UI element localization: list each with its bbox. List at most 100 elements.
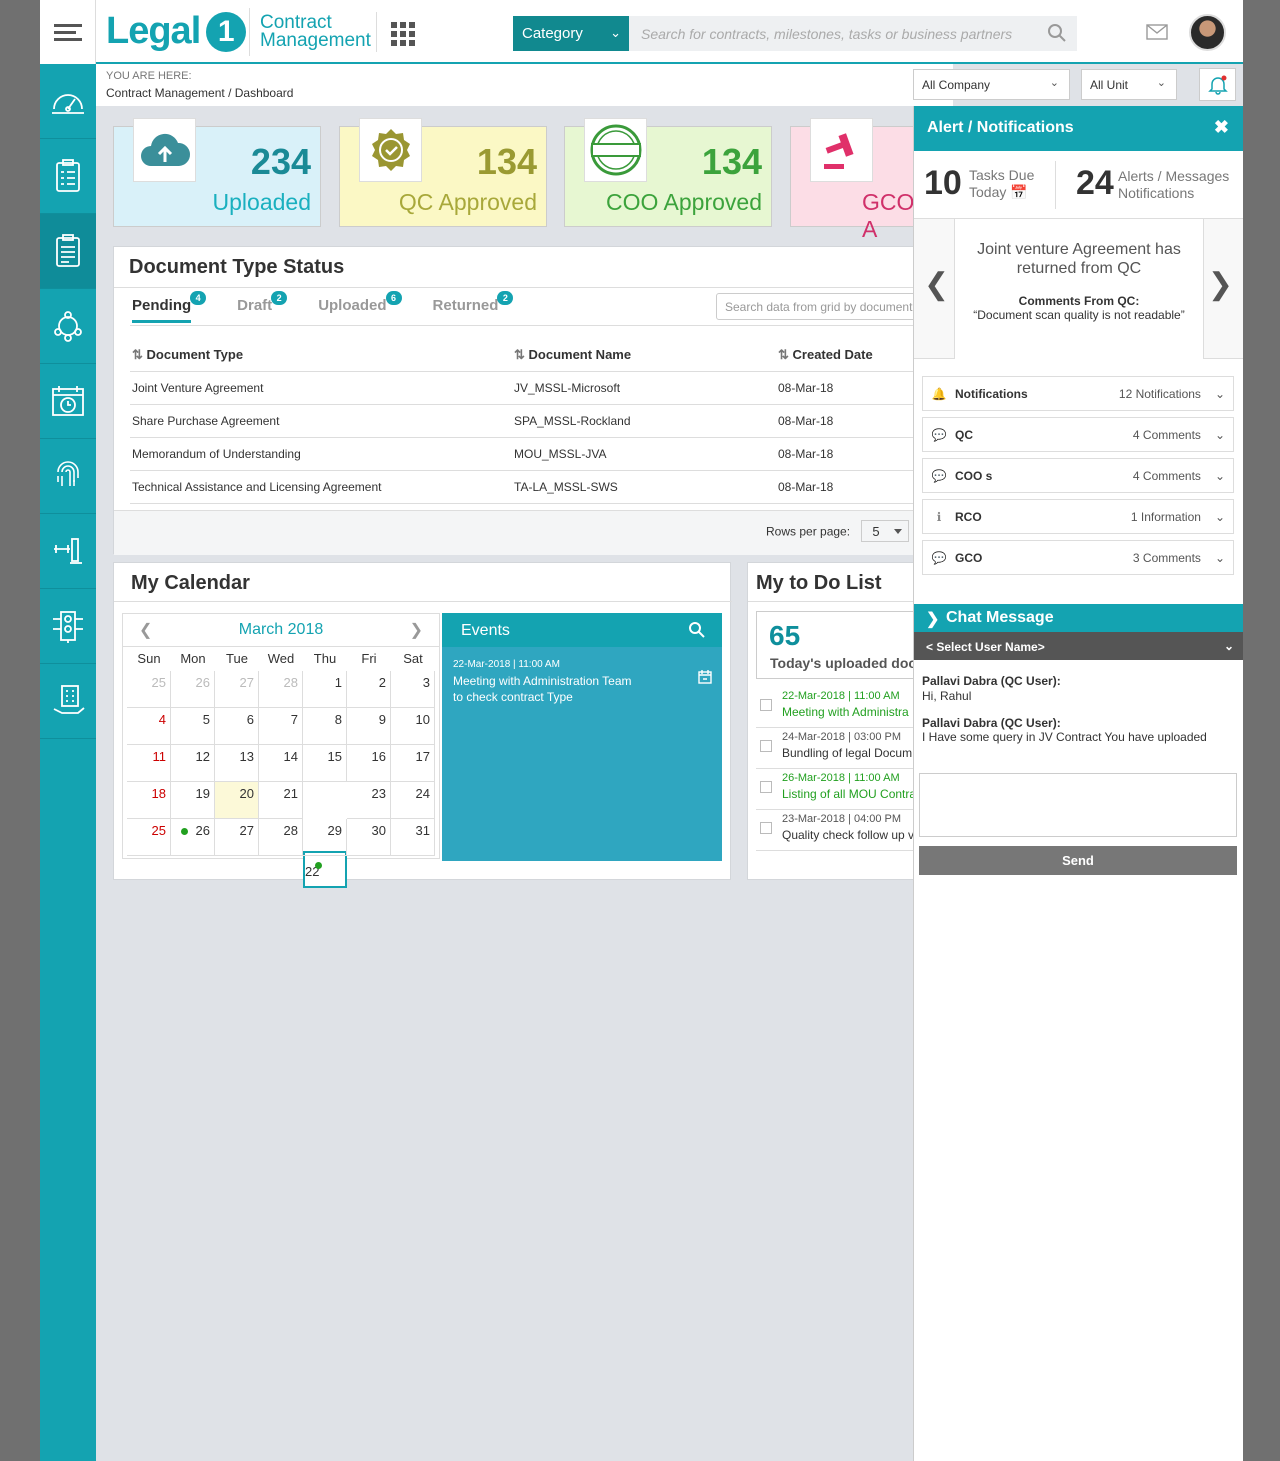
accordion-notifications[interactable]: 🔔 Notifications 12 Notifications ⌄ <box>922 376 1234 411</box>
tab-draft[interactable]: Draft 2 <box>237 291 288 323</box>
company-select[interactable]: All Company ⌄ <box>913 69 1070 100</box>
user-select[interactable]: < Select User Name> ⌄ <box>914 632 1243 660</box>
calendar-day[interactable]: 26 <box>171 819 215 856</box>
prev-month-icon[interactable]: ❮ <box>139 620 152 640</box>
todo-checkbox[interactable] <box>760 699 772 711</box>
sidebar-item-network[interactable] <box>40 289 96 364</box>
accordion-rco[interactable]: ℹ RCO 1 Information ⌄ <box>922 499 1234 534</box>
menu-toggle-button[interactable] <box>40 0 96 64</box>
calendar-day[interactable]: 29 <box>303 819 347 856</box>
calendar-day[interactable]: 9 <box>347 708 391 745</box>
calendar-day[interactable]: 21 <box>259 782 303 819</box>
todo-item[interactable]: 22-Mar-2018 | 11:00 AM Meeting with Admin… <box>756 687 916 728</box>
user-avatar[interactable] <box>1189 14 1226 51</box>
calendar-day[interactable]: 27 <box>215 671 259 708</box>
table-row[interactable]: Joint Venture Agreement JV_MSSL-Microsoft… <box>130 371 930 405</box>
search-input[interactable]: Search for contracts, milestones, tasks … <box>629 16 1077 51</box>
calendar-icon[interactable]: 📅 <box>1010 184 1027 200</box>
tab-uploaded[interactable]: Uploaded 6 <box>318 291 402 323</box>
table-row[interactable]: Memorandum of Understanding MOU_MSSL-JVA 0… <box>130 437 930 471</box>
calendar-day[interactable]: 22 <box>303 851 347 888</box>
calendar-day[interactable]: 3 <box>391 671 435 708</box>
search-icon[interactable] <box>688 621 706 639</box>
close-icon[interactable]: ✖ <box>1214 117 1229 138</box>
column-header-type[interactable]: ⇅ Document Type <box>130 339 512 372</box>
todo-item[interactable]: 24-Mar-2018 | 03:00 PM Bundling of legal … <box>756 728 916 769</box>
calendar-day[interactable]: 11 <box>127 745 171 782</box>
calendar-day[interactable]: 15 <box>303 745 347 782</box>
uploaded-today-card[interactable]: 65 Today's uploaded docu <box>756 611 925 679</box>
tab-returned[interactable]: Returned 2 <box>433 291 514 323</box>
unit-select[interactable]: All Unit ⌄ <box>1081 69 1177 100</box>
calendar-day[interactable]: 23 <box>347 782 391 819</box>
calendar-day[interactable]: 5 <box>171 708 215 745</box>
calendar-day[interactable]: 28 <box>259 671 303 708</box>
stat-card-coo-approved[interactable]: 134 COO Approved <box>564 118 772 227</box>
calendar-day[interactable]: 30 <box>347 819 391 856</box>
calendar-day[interactable]: 10 <box>391 708 435 745</box>
calendar-day[interactable]: 24 <box>391 782 435 819</box>
tab-pending[interactable]: Pending 4 <box>132 291 207 323</box>
calendar-day[interactable]: 28 <box>259 819 303 856</box>
sidebar-item-fingerprint[interactable] <box>40 439 96 514</box>
calendar-day[interactable]: 16 <box>347 745 391 782</box>
stat-card-gco-approved[interactable]: GCO A <box>790 118 920 242</box>
calendar-day[interactable]: 25 <box>127 671 171 708</box>
calendar-day[interactable]: 1 <box>303 671 347 708</box>
todo-item[interactable]: 26-Mar-2018 | 11:00 AM Listing of all MOU… <box>756 769 916 810</box>
app-logo[interactable]: Legal 1 <box>106 10 247 53</box>
table-row[interactable]: Technical Assistance and Licensing Agree… <box>130 470 930 504</box>
sidebar-item-settings[interactable] <box>40 589 96 664</box>
sidebar-item-documents[interactable] <box>40 214 96 289</box>
rows-per-page-select[interactable]: 5 <box>861 520 910 542</box>
calendar-day[interactable]: 26 <box>171 671 215 708</box>
chevron-left-icon[interactable]: ❮ <box>924 267 949 302</box>
calendar-day[interactable]: 4 <box>127 708 171 745</box>
chevron-right-icon[interactable]: ❯ <box>1208 267 1233 302</box>
breadcrumb-path[interactable]: Contract Management / Dashboard <box>106 86 293 100</box>
calendar-day[interactable]: 25 <box>127 819 171 856</box>
calendar-day[interactable]: 13 <box>215 745 259 782</box>
category-dropdown[interactable]: Category ⌄ <box>513 16 629 51</box>
chat-header[interactable]: ❯ Chat Message <box>914 604 1243 632</box>
calendar-day[interactable]: 12 <box>171 745 215 782</box>
accordion-qc[interactable]: 💬 QC 4 Comments ⌄ <box>922 417 1234 452</box>
accordion-coo-s[interactable]: 💬 COO s 4 Comments ⌄ <box>922 458 1234 493</box>
column-header-date[interactable]: ⇅ Created Date <box>776 339 930 372</box>
alert-card[interactable]: Joint venture Agreement has returned fro… <box>954 219 1204 359</box>
sidebar-item-business[interactable] <box>40 664 96 739</box>
grid-search-input[interactable]: Search data from grid by document <box>716 293 916 320</box>
apps-grid-icon[interactable] <box>391 22 415 46</box>
send-button[interactable]: Send <box>919 846 1237 875</box>
calendar-day[interactable]: 2 <box>347 671 391 708</box>
calendar-day[interactable]: 20 <box>215 782 259 819</box>
chat-message-input[interactable] <box>919 773 1237 837</box>
calendar-day[interactable]: 27 <box>215 819 259 856</box>
mail-icon[interactable] <box>1146 24 1168 40</box>
sidebar-item-dashboard[interactable] <box>40 64 96 139</box>
calendar-day[interactable]: 18 <box>127 782 171 819</box>
sidebar-item-schedule[interactable] <box>40 364 96 439</box>
search-icon[interactable] <box>1047 23 1067 43</box>
todo-checkbox[interactable] <box>760 822 772 834</box>
stat-card-uploaded[interactable]: 234 Uploaded <box>113 118 321 227</box>
todo-item[interactable]: 23-Mar-2018 | 04:00 PM Quality check foll… <box>756 810 916 851</box>
todo-checkbox[interactable] <box>760 740 772 752</box>
event-title[interactable]: Meeting with Administration Team to chec… <box>442 670 642 705</box>
table-row[interactable]: Share Purchase Agreement SPA_MSSL-Rocklan… <box>130 404 930 438</box>
next-month-icon[interactable]: ❯ <box>410 620 423 640</box>
sidebar-item-checklist[interactable] <box>40 139 96 214</box>
calendar-day[interactable]: 19 <box>171 782 215 819</box>
calendar-day[interactable]: 31 <box>391 819 435 856</box>
calendar-day[interactable]: 8 <box>303 708 347 745</box>
stat-card-qc-approved[interactable]: 134 QC Approved <box>339 118 547 227</box>
notifications-button[interactable] <box>1199 68 1236 101</box>
calendar-day[interactable]: 7 <box>259 708 303 745</box>
column-header-name[interactable]: ⇅ Document Name <box>512 339 776 372</box>
calendar-day[interactable]: 6 <box>215 708 259 745</box>
calendar-day[interactable]: 17 <box>391 745 435 782</box>
accordion-gco[interactable]: 💬 GCO 3 Comments ⌄ <box>922 540 1234 575</box>
calendar-day[interactable]: 14 <box>259 745 303 782</box>
calendar-icon[interactable] <box>697 669 713 685</box>
todo-checkbox[interactable] <box>760 781 772 793</box>
